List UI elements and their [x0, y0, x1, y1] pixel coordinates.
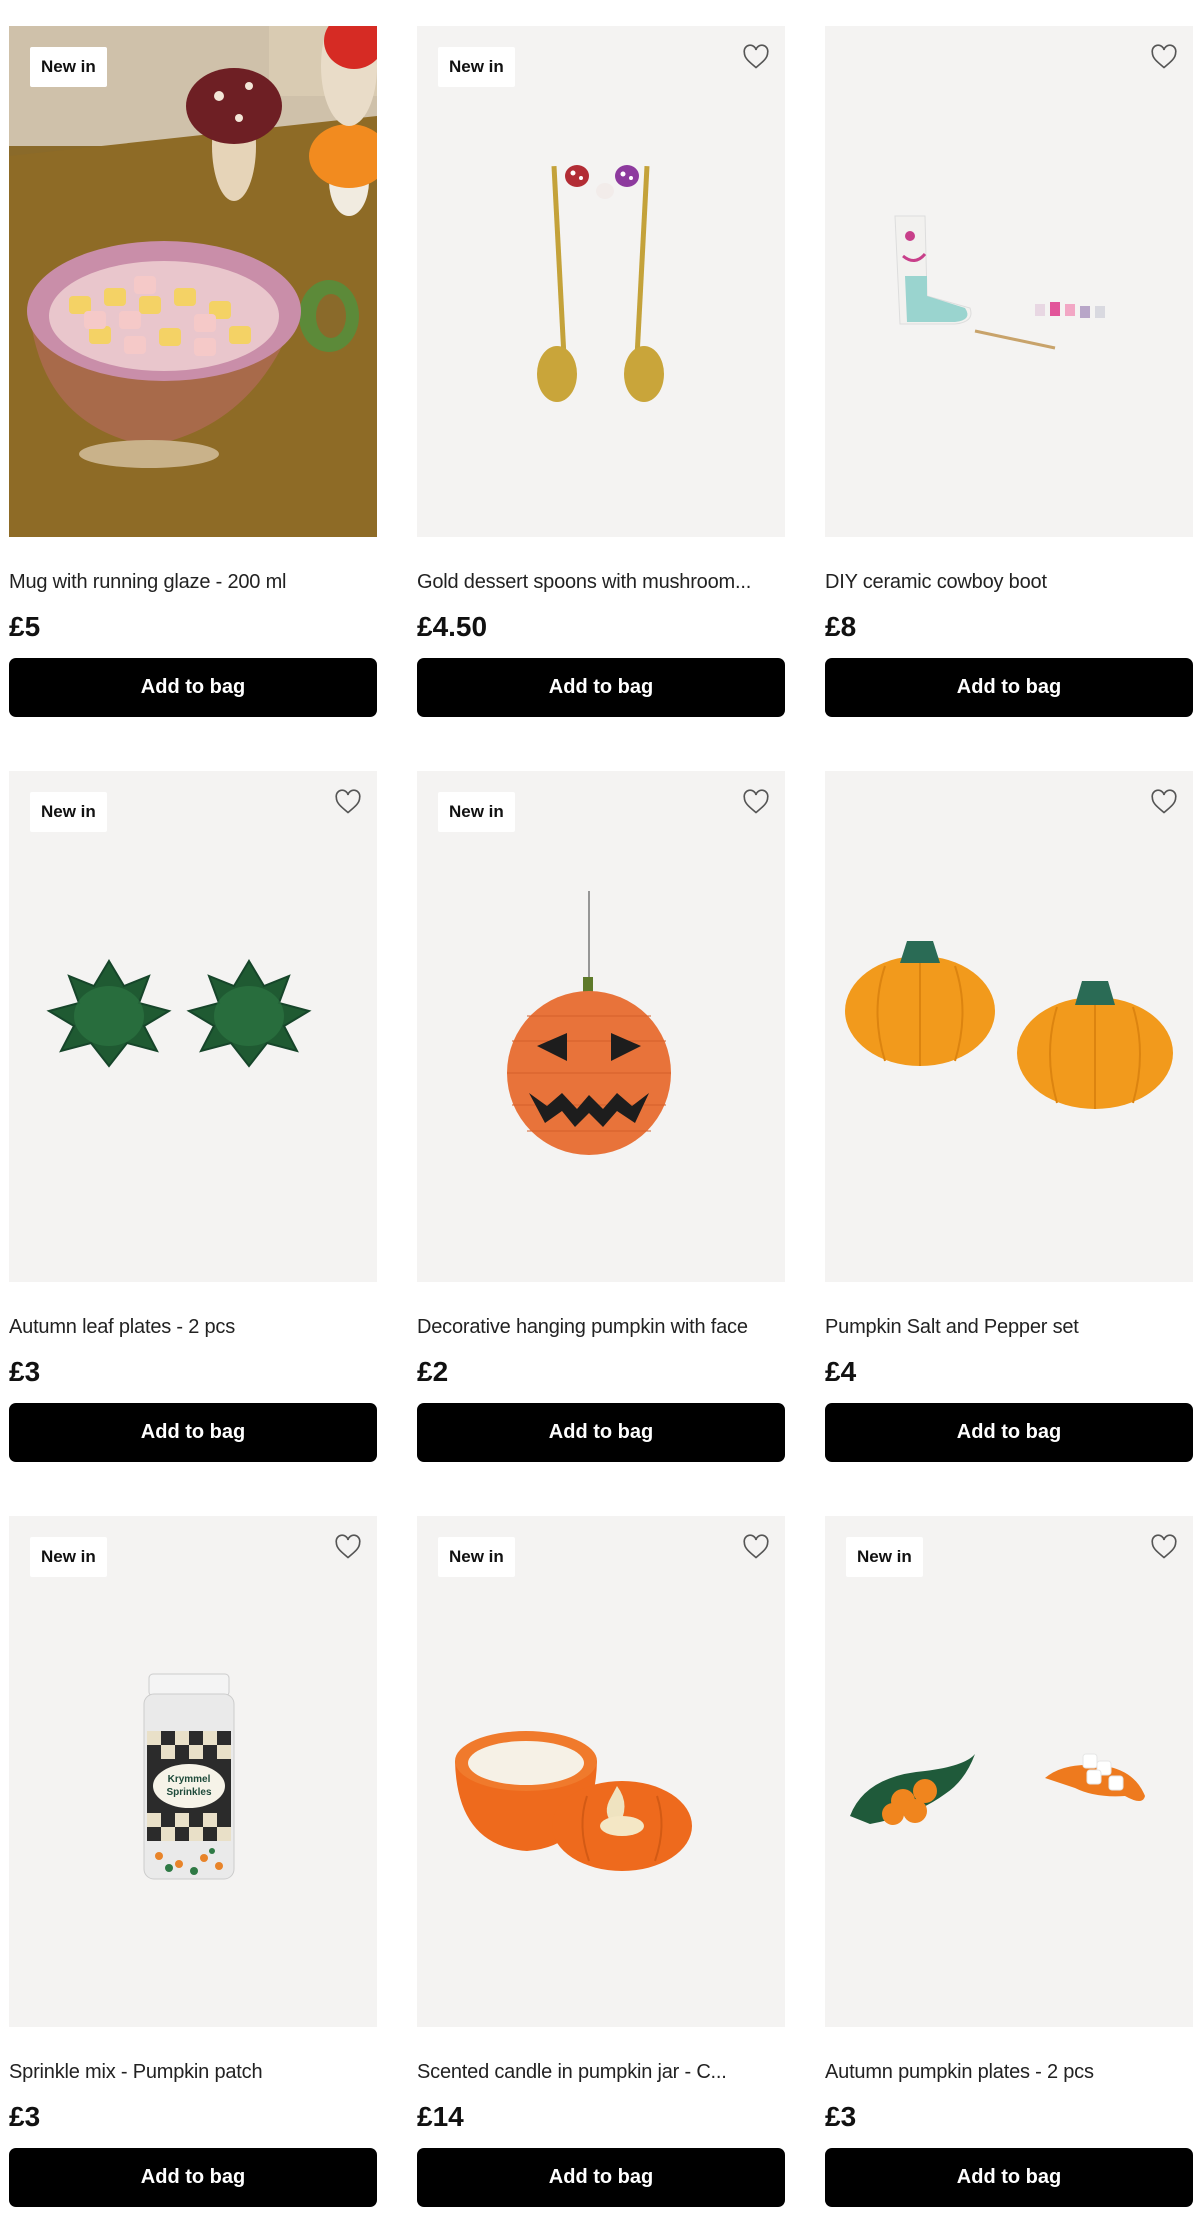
heart-icon[interactable] [333, 787, 363, 817]
new-in-badge: New in [846, 1537, 923, 1577]
product-card[interactable]: New in Mug with running glaze - 200 ml £… [9, 26, 377, 717]
add-to-bag-button[interactable]: Add to bag [9, 1403, 377, 1462]
heart-icon[interactable] [1149, 787, 1179, 817]
add-to-bag-button[interactable]: Add to bag [417, 1403, 785, 1462]
product-card[interactable]: DIY ceramic cowboy boot £8 Add to bag [825, 26, 1193, 717]
product-title[interactable]: DIY ceramic cowboy boot [825, 567, 1193, 597]
product-price: £14 [417, 2101, 464, 2132]
product-title[interactable]: Autumn leaf plates - 2 pcs [9, 1312, 377, 1342]
heart-icon[interactable] [741, 1532, 771, 1562]
salt-pepper-image [845, 941, 1173, 1109]
new-in-badge: New in [30, 1537, 107, 1577]
pumpkin-plates-image [850, 1753, 1145, 1825]
product-image[interactable] [825, 771, 1193, 1282]
product-title[interactable]: Autumn pumpkin plates - 2 pcs [825, 2057, 1193, 2087]
product-title[interactable]: Scented candle in pumpkin jar - C... [417, 2057, 785, 2087]
new-in-badge: New in [438, 47, 515, 87]
product-title[interactable]: Sprinkle mix - Pumpkin patch [9, 2057, 377, 2087]
add-to-bag-button[interactable]: Add to bag [825, 1403, 1193, 1462]
product-price: £3 [825, 2101, 857, 2132]
product-price: £5 [9, 611, 41, 642]
product-price: £4.50 [417, 611, 488, 642]
new-in-badge: New in [30, 47, 107, 87]
heart-icon[interactable] [1149, 1532, 1179, 1562]
product-image[interactable]: New in [417, 1516, 785, 2027]
product-image[interactable]: New in [417, 26, 785, 537]
boot-image [894, 215, 1105, 350]
add-to-bag-button[interactable]: Add to bag [9, 2148, 377, 2207]
product-price: £8 [825, 611, 857, 642]
product-card[interactable]: New in Decorative hanging pumpkin with f… [417, 771, 785, 1462]
product-image[interactable]: New in [417, 771, 785, 1282]
sprinkles-label-line2: Sprinkles [166, 1787, 211, 1798]
add-to-bag-button[interactable]: Add to bag [417, 2148, 785, 2207]
heart-icon[interactable] [741, 42, 771, 72]
product-card[interactable]: New in Autumn leaf plates - 2 pcs £3 Add… [9, 771, 377, 1462]
product-image[interactable]: New in [825, 1516, 1193, 2027]
leaf-plates-image [46, 959, 312, 1068]
sprinkles-image: Krymmel Sprinkles [143, 1673, 235, 1880]
add-to-bag-button[interactable]: Add to bag [417, 658, 785, 717]
mug-image [9, 26, 377, 537]
add-to-bag-button[interactable]: Add to bag [825, 658, 1193, 717]
hanging-pumpkin-image [507, 891, 671, 1155]
product-card[interactable]: Krymmel Sprinkles New in Sprinkle mix - … [9, 1516, 377, 2207]
spoons-image [537, 165, 664, 402]
add-to-bag-button[interactable]: Add to bag [825, 2148, 1193, 2207]
product-title[interactable]: Gold dessert spoons with mushroom... [417, 567, 785, 597]
new-in-badge: New in [438, 792, 515, 832]
product-image[interactable] [825, 26, 1193, 537]
product-price: £2 [417, 1356, 449, 1387]
sprinkles-label-line1: Krymmel [168, 1774, 211, 1785]
product-image[interactable]: Krymmel Sprinkles New in [9, 1516, 377, 2027]
product-card[interactable]: New in Autumn pumpkin plates - 2 pcs £3 … [825, 1516, 1193, 2207]
new-in-badge: New in [30, 792, 107, 832]
add-to-bag-button[interactable]: Add to bag [9, 658, 377, 717]
product-card[interactable]: New in Gold dessert spoons with mushroom… [417, 26, 785, 717]
new-in-badge: New in [438, 1537, 515, 1577]
product-image[interactable]: New in [9, 771, 377, 1282]
product-title[interactable]: Decorative hanging pumpkin with face [417, 1312, 785, 1342]
product-title[interactable]: Mug with running glaze - 200 ml [9, 567, 377, 597]
candle-image [455, 1731, 692, 1871]
product-card[interactable]: New in Scented candle in pumpkin jar - C… [417, 1516, 785, 2207]
product-price: £3 [9, 2101, 41, 2132]
heart-icon[interactable] [1149, 42, 1179, 72]
product-image[interactable]: New in [9, 26, 377, 537]
product-grid: New in Mug with running glaze - 200 ml £… [9, 26, 1193, 2207]
product-price: £3 [9, 1356, 41, 1387]
product-price: £4 [825, 1356, 857, 1387]
product-card[interactable]: Pumpkin Salt and Pepper set £4 Add to ba… [825, 771, 1193, 1462]
product-title[interactable]: Pumpkin Salt and Pepper set [825, 1312, 1193, 1342]
heart-icon[interactable] [333, 1532, 363, 1562]
heart-icon[interactable] [741, 787, 771, 817]
